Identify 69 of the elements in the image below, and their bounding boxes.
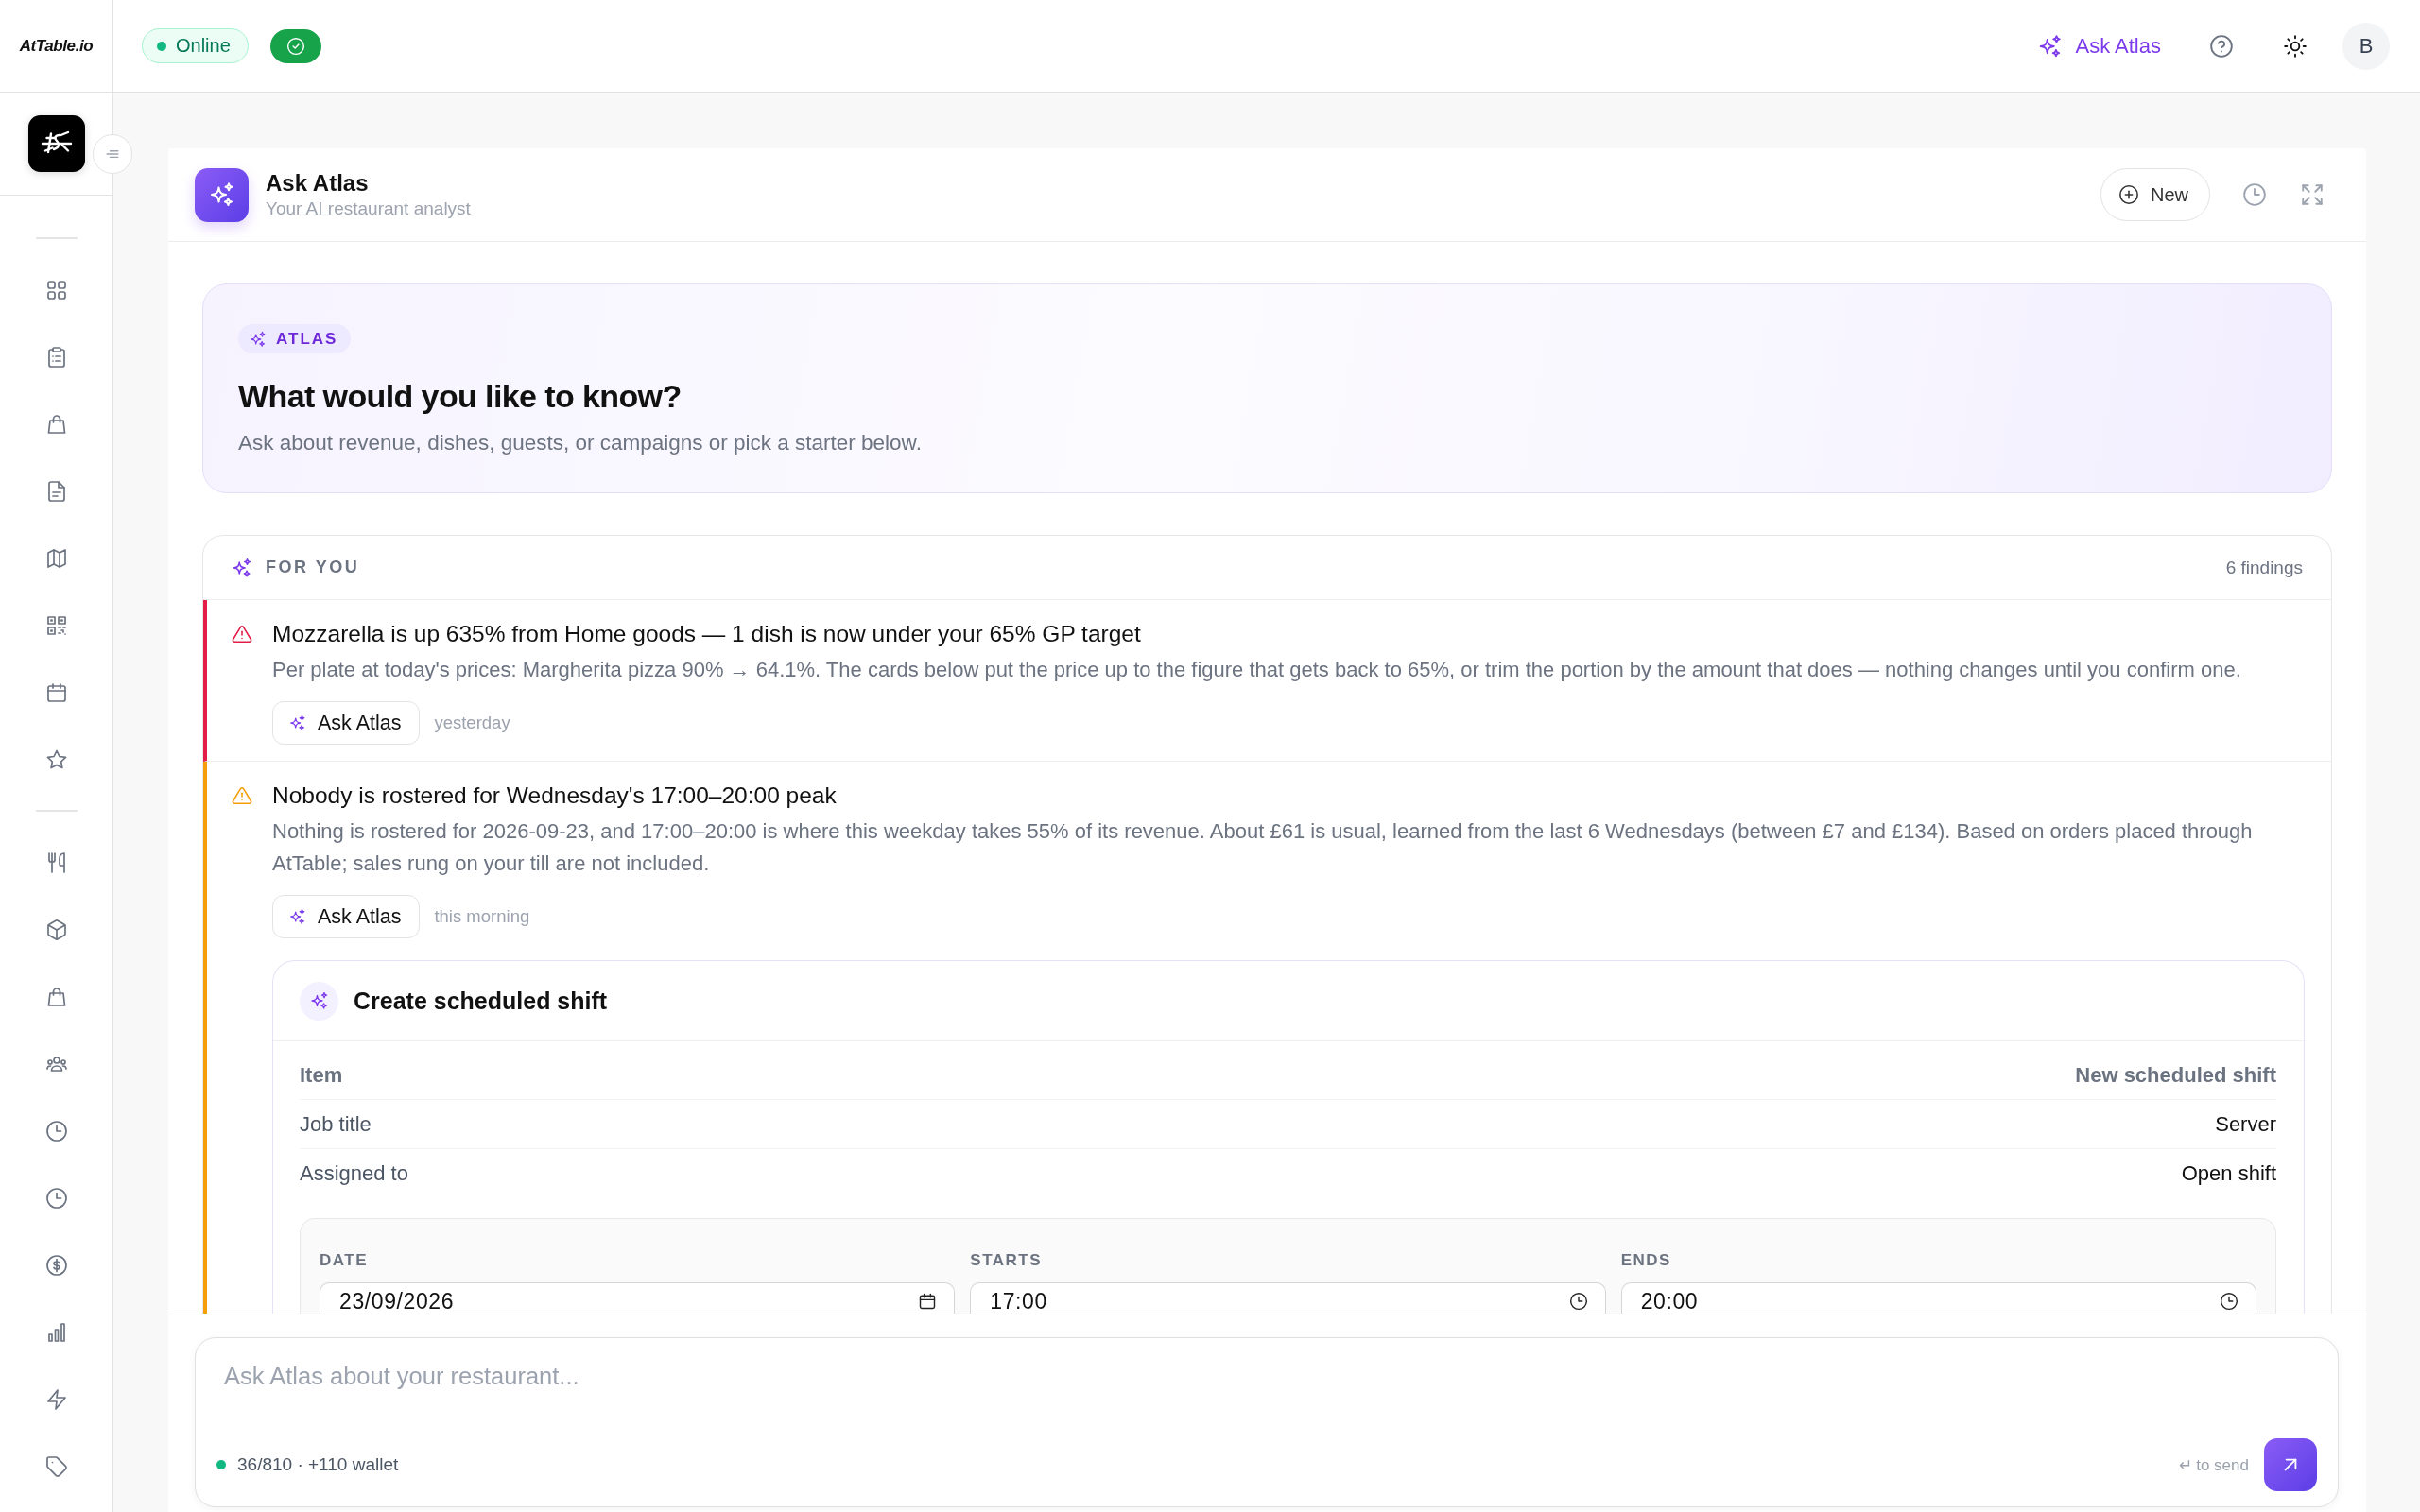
sparkles-icon — [300, 981, 338, 1021]
lightning-icon[interactable] — [44, 1387, 68, 1411]
message-input[interactable]: Ask Atlas about your restaurant... — [196, 1338, 2317, 1438]
dollar-icon[interactable] — [44, 1253, 68, 1277]
sparkles-icon — [289, 908, 306, 925]
welcome-heading: What would you like to know? — [238, 377, 683, 416]
clock-icon[interactable] — [1568, 1292, 1588, 1311]
cube-icon[interactable] — [44, 918, 68, 941]
sync-status-button[interactable] — [269, 28, 321, 63]
field-label: ENDS — [1620, 1250, 1672, 1271]
sparkles-icon — [250, 330, 267, 348]
sun-icon[interactable] — [2283, 33, 2308, 59]
warning-triangle-icon — [232, 785, 252, 806]
row-label: Item — [300, 1062, 343, 1088]
star-icon[interactable] — [44, 747, 68, 771]
row-label: Assigned to — [300, 1160, 408, 1186]
status-label: Online — [176, 35, 231, 57]
welcome-text: Ask about revenue, dishes, guests, or campaigns or pick a starter below. — [238, 431, 923, 455]
time-field[interactable]: 17:00 — [970, 1282, 1606, 1314]
finding-time: yesterday — [434, 713, 510, 733]
new-chat-button[interactable]: New — [2100, 168, 2210, 221]
calendar-icon[interactable] — [918, 1292, 938, 1311]
sparkles-icon — [289, 714, 306, 731]
status-dot-icon — [157, 41, 166, 51]
finding-description: Nothing is rostered for 2026-09-23, and 17:00–20:00 is where this weekday takes 55% of its revenue. About £61 is usual, learned from the last 6 Wednesdays (between £7 and £134). Based on orders placed through AtTable; sales rung on your till are not included. — [272, 818, 2254, 877]
qr-code-icon[interactable] — [44, 613, 68, 637]
ask-atlas-link[interactable]: Ask Atlas — [2037, 33, 2161, 59]
finding-title: Nobody is rostered for Wednesday's 17:00–20:00 peak — [272, 782, 838, 810]
finding-title: Mozzarella is up 635% from Home goods — 1 dish is now under your 65% GP target — [272, 620, 1142, 648]
panel-title: Ask Atlas — [266, 170, 370, 197]
section-title: FOR YOU — [266, 558, 360, 577]
status-dot-icon — [216, 1460, 226, 1469]
grid-icon[interactable] — [44, 278, 68, 301]
avatar-button[interactable]: B — [2342, 22, 2390, 70]
sparkles-icon — [232, 557, 252, 578]
check-circle-icon — [285, 36, 305, 56]
sidebar-toggle-button[interactable] — [93, 134, 132, 174]
findings-count: 6 findings — [2225, 557, 2303, 578]
sparkles-icon — [2037, 33, 2063, 59]
usage-text: 36/810 · +110 wallet — [237, 1454, 399, 1475]
message-composer[interactable]: Ask Atlas about your restaurant... 36/810 · +110 wallet ↵ to send — [195, 1337, 2339, 1507]
help-icon[interactable] — [2209, 33, 2234, 59]
plus-circle-icon — [2118, 184, 2139, 205]
map-icon[interactable] — [44, 546, 68, 570]
warning-triangle-icon — [232, 624, 252, 644]
tag-label: ATLAS — [276, 329, 338, 349]
date-field[interactable]: 23/09/2026 — [320, 1282, 956, 1314]
ask-atlas-button[interactable]: Ask Atlas — [272, 701, 421, 745]
panel-subtitle: Your AI restaurant analyst — [266, 198, 471, 219]
restaurant-logo-icon[interactable] — [27, 115, 85, 172]
time-field[interactable]: 20:00 — [1620, 1282, 2256, 1314]
expand-icon[interactable] — [2300, 182, 2325, 207]
proposal-title: Create scheduled shift — [354, 987, 608, 1015]
sparkles-icon — [195, 167, 249, 222]
app-logo[interactable]: AtTable.io — [19, 36, 94, 56]
row-value: Open shift — [2181, 1160, 2276, 1186]
tag-icon[interactable] — [44, 1454, 68, 1478]
field-label: STARTS — [970, 1250, 1044, 1271]
finding-time: this morning — [434, 906, 530, 927]
ask-atlas-button[interactable]: Ask Atlas — [272, 895, 421, 938]
row-value: New scheduled shift — [2075, 1062, 2276, 1088]
send-button[interactable] — [2264, 1438, 2317, 1491]
finding-description: Per plate at today's prices: Margherita pizza 90% → 64.1%. The cards below put the price up to the figure that gets back to 65%, or trim the portion by the amount that does — nothing changes until you confirm one. — [272, 657, 2242, 683]
row-label: Job title — [300, 1111, 372, 1137]
history-clock-icon[interactable] — [2242, 182, 2267, 207]
clock-icon[interactable] — [2220, 1292, 2238, 1311]
field-label: DATE — [320, 1250, 369, 1271]
row-value: Server — [2215, 1111, 2276, 1137]
send-hint: ↵ to send — [2178, 1454, 2249, 1475]
